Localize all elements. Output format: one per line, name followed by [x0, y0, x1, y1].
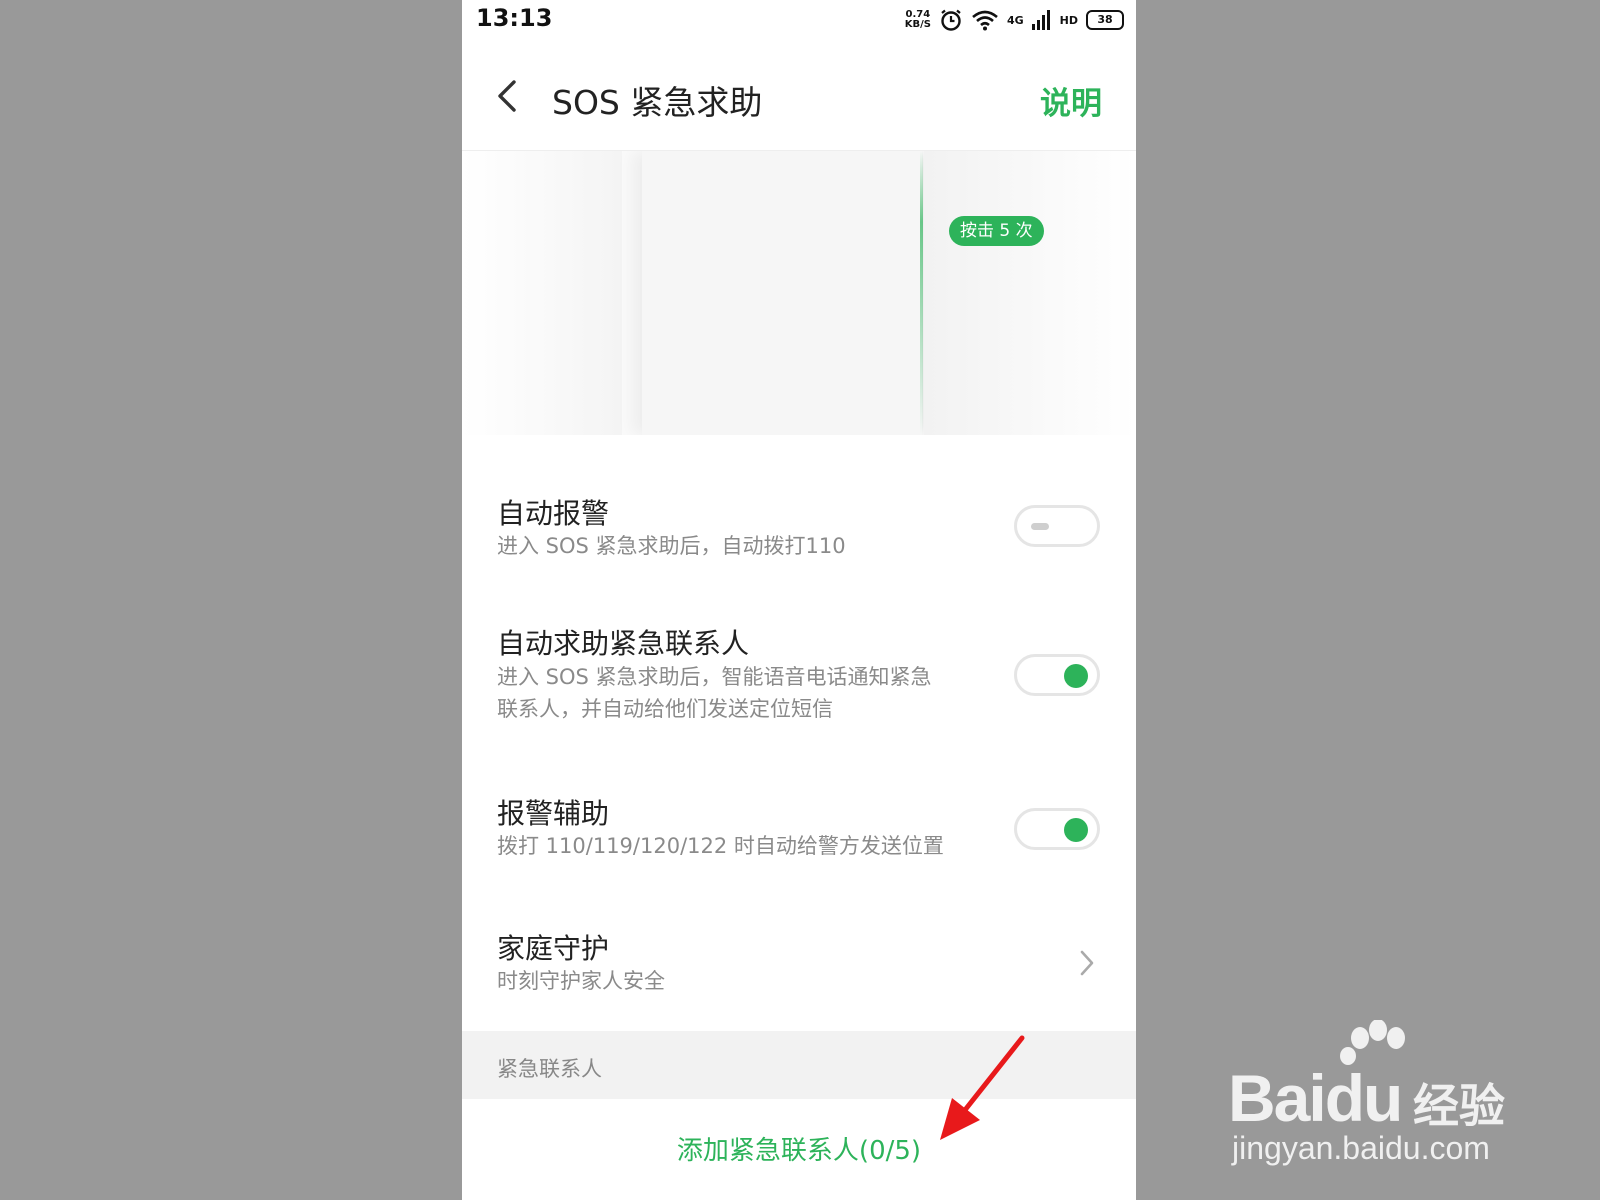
net-speed-indicator: 0.74 KB/S [905, 10, 931, 30]
setting-auto-alarm: 自动报警 进入 SOS 紧急求助后，自动拨打110 [462, 470, 1136, 580]
side-button-illustration: 按击 5 次 [462, 151, 1136, 435]
network-type-label: 4G [1006, 13, 1024, 27]
contacts-section-header: 紧急联系人 [462, 1031, 1136, 1099]
section-header-label: 紧急联系人 [497, 1057, 602, 1081]
alarm-assist-toggle[interactable] [1014, 808, 1100, 850]
net-speed-unit: KB/S [904, 19, 931, 30]
add-emergency-contact-button[interactable]: 添加紧急联系人(0/5) [462, 1130, 1136, 1167]
illustration-phone-body [642, 151, 922, 435]
phone-screen: 13:13 0.74 KB/S 4G HD 38 SOS 紧急求助 说明 按击 … [462, 0, 1136, 1200]
signal-icon [1031, 10, 1050, 30]
setting-title: 家庭守护 [497, 932, 610, 965]
auto-contact-toggle[interactable] [1014, 654, 1100, 696]
toggle-off-indicator [1031, 523, 1049, 530]
chevron-left-icon [498, 80, 516, 112]
watermark-url: jingyan.baidu.com [1232, 1130, 1490, 1166]
hd-voice-label: HD [1059, 13, 1078, 27]
setting-family-guard[interactable]: 家庭守护 时刻守护家人安全 [462, 905, 1136, 1015]
chevron-right-icon [1080, 950, 1094, 976]
help-button[interactable]: 说明 [1040, 78, 1102, 123]
toggle-on-knob [1064, 664, 1088, 688]
page-title: SOS 紧急求助 [552, 83, 763, 122]
setting-description-line-1: 进入 SOS 紧急求助后，智能语音电话通知紧急 [497, 665, 932, 689]
press-count-badge: 按击 5 次 [949, 216, 1044, 246]
setting-alarm-assist: 报警辅助 拨打 110/119/120/122 时自动给警方发送位置 [462, 770, 1136, 880]
app-header: SOS 紧急求助 说明 [462, 40, 1136, 151]
setting-description-line-2: 联系人，并自动给他们发送定位短信 [497, 697, 833, 721]
status-icons: 0.74 KB/S 4G HD 38 [905, 6, 1124, 34]
back-button[interactable] [488, 76, 528, 116]
setting-title: 报警辅助 [497, 797, 610, 830]
illustration-right-panel [924, 151, 1136, 435]
setting-title: 自动报警 [497, 497, 610, 530]
watermark-brand: Baidu [1228, 1061, 1403, 1135]
setting-description: 拨打 110/119/120/122 时自动给警方发送位置 [497, 834, 944, 858]
power-button-highlight [920, 151, 923, 435]
setting-description: 进入 SOS 紧急求助后，自动拨打110 [497, 534, 846, 558]
auto-alarm-toggle[interactable] [1014, 505, 1100, 547]
wifi-icon [972, 10, 998, 31]
status-bar: 13:13 0.74 KB/S 4G HD 38 [462, 0, 1136, 40]
setting-description: 时刻守护家人安全 [497, 969, 665, 993]
baidu-watermark: Baidu 经验 jingyan.baidu.com [1228, 1020, 1528, 1170]
setting-title: 自动求助紧急联系人 [497, 627, 750, 660]
setting-auto-contact: 自动求助紧急联系人 进入 SOS 紧急求助后，智能语音电话通知紧急 联系人，并自… [462, 600, 1136, 750]
battery-indicator: 38 [1086, 10, 1124, 30]
illustration-left-panel [462, 151, 622, 435]
toggle-on-knob [1064, 818, 1088, 842]
watermark-brand-cn: 经验 [1413, 1079, 1505, 1133]
status-time: 13:13 [476, 4, 553, 32]
alarm-icon [941, 9, 961, 31]
